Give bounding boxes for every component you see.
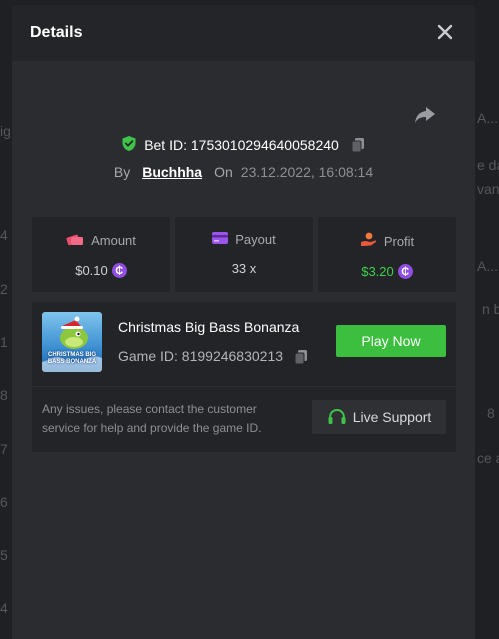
modal-header: Details: [12, 5, 475, 61]
bg-fragment: A...: [477, 110, 499, 126]
profit-card: Profit $3.20 ₵: [318, 217, 456, 292]
thumbnail-title: CHRISTMAS BIG BASS BONANZA: [47, 352, 97, 365]
bet-owner-row: By Buchhha On 23.12.2022, 16:08:14: [12, 162, 475, 182]
bg-fragment: 4: [0, 227, 8, 243]
bet-id-row: Bet ID: 1753010294640058240: [12, 134, 475, 156]
profit-hand-icon: [360, 232, 377, 250]
modal-title: Details: [30, 24, 83, 41]
copy-icon[interactable]: [293, 349, 309, 365]
coin-icon: ₵: [111, 263, 127, 278]
headset-icon: [327, 408, 347, 426]
bg-fragment: van: [477, 181, 499, 197]
game-id-row: Game ID: 8199246830213: [118, 346, 309, 365]
bg-fragment: 5: [0, 547, 8, 563]
support-note: Any issues, please contact the customer …: [42, 402, 262, 435]
bet-date: 23.12.2022, 16:08:14: [240, 164, 374, 180]
payout-label: Payout: [235, 232, 276, 247]
close-icon[interactable]: [435, 22, 455, 42]
share-icon[interactable]: [413, 105, 437, 125]
bg-fragment: 7: [0, 441, 8, 457]
live-support-button[interactable]: Live Support: [312, 400, 446, 434]
game-name: Christmas Big Bass Bonanza: [118, 319, 300, 335]
on-label: On: [214, 164, 233, 180]
amount-card: Amount $0.10 ₵: [32, 217, 170, 292]
profit-label: Profit: [383, 233, 415, 249]
bg-fragment: 8: [487, 405, 495, 421]
amount-value: $0.10: [75, 263, 108, 278]
copy-icon[interactable]: [350, 137, 366, 153]
payout-value: 33 x: [231, 261, 257, 276]
bet-id-label: Bet ID: 1753010294640058240: [144, 137, 339, 153]
card-icon: [212, 232, 229, 247]
game-thumbnail[interactable]: CHRISTMAS BIG BASS BONANZA: [42, 312, 102, 372]
divider: [32, 386, 456, 387]
game-id-label: Game ID: 8199246830213: [118, 347, 284, 364]
username-link[interactable]: Buchhha: [142, 164, 202, 180]
amount-label: Amount: [91, 233, 136, 248]
details-modal: Details Bet ID: 1753010294640058240 By B…: [12, 5, 475, 639]
bg-fragment: e da: [477, 157, 499, 173]
bet-amount-icon: [66, 232, 84, 249]
bg-fragment: 6: [0, 494, 8, 510]
shield-icon: [121, 135, 137, 155]
bg-fragment: ig: [0, 123, 11, 139]
by-label: By: [113, 164, 131, 180]
coin-icon: ₵: [397, 264, 413, 279]
bg-fragment: 1: [0, 334, 8, 350]
bg-fragment: 4: [0, 600, 8, 616]
game-card: CHRISTMAS BIG BASS BONANZA Christmas Big…: [32, 302, 456, 452]
bg-fragment: n bo: [482, 301, 499, 317]
stats-row: Amount $0.10 ₵ Payout 33 x Profit $3.20 …: [32, 217, 456, 292]
profit-value: $3.20: [361, 264, 394, 279]
play-now-button[interactable]: Play Now: [336, 325, 446, 357]
live-support-label: Live Support: [352, 409, 432, 425]
bg-fragment: 2: [0, 281, 8, 297]
bg-fragment: ce a: [477, 450, 499, 466]
bg-fragment: A...: [477, 258, 499, 274]
bg-fragment: 8: [0, 387, 8, 403]
payout-card: Payout 33 x: [175, 217, 313, 292]
